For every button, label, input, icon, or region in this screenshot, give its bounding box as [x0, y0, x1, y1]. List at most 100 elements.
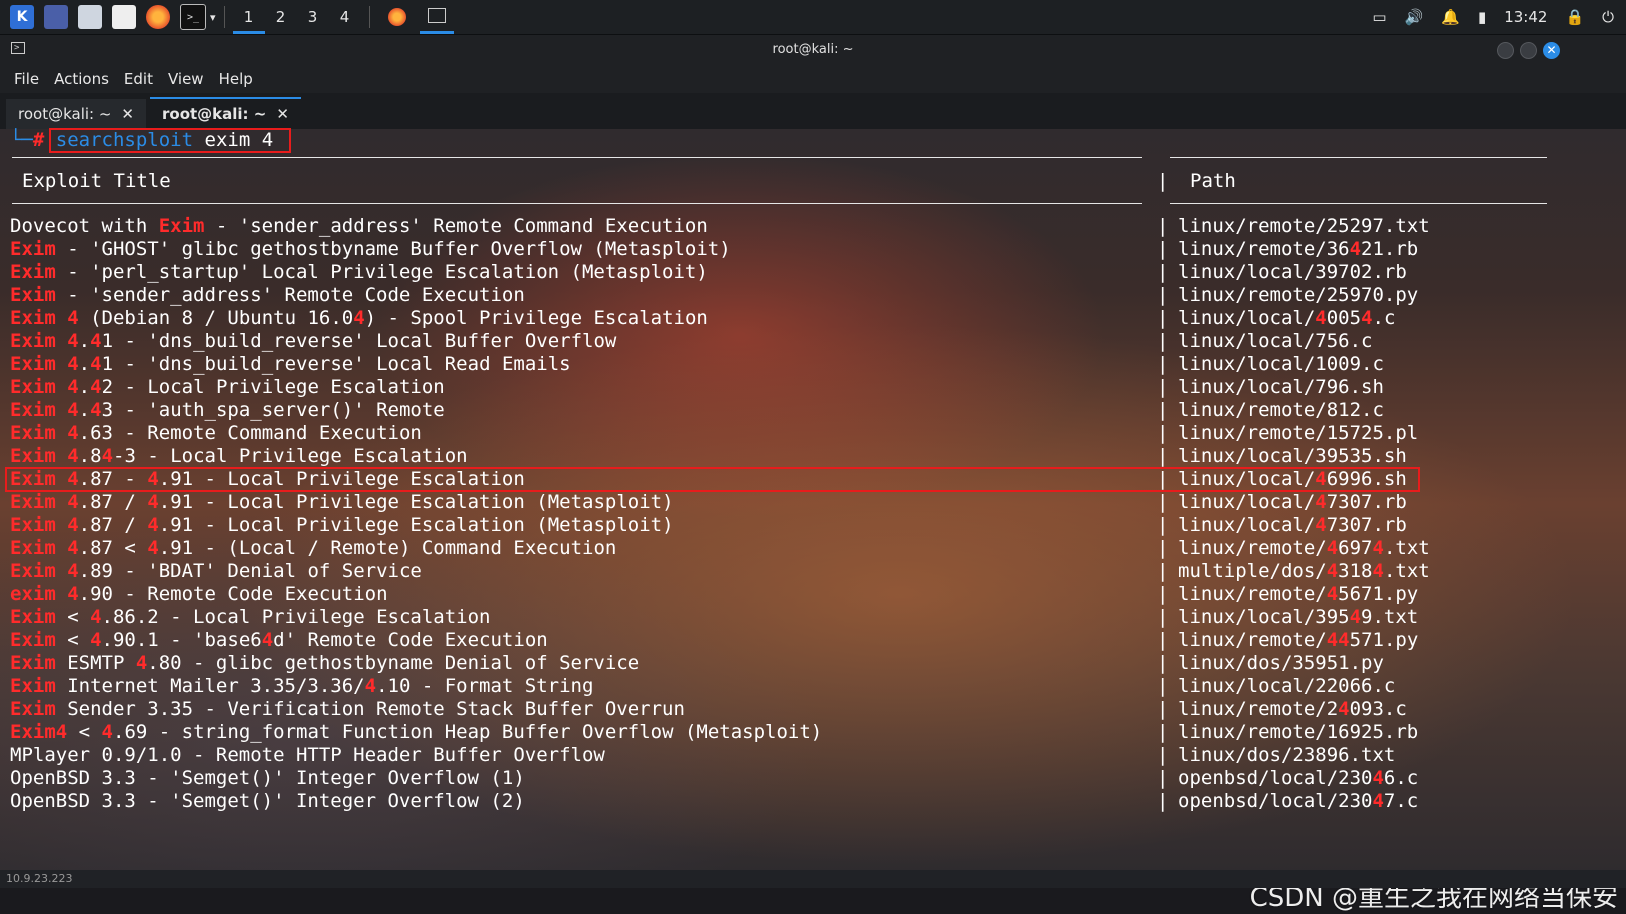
exploit-path[interactable]: linux/remote/44571.py — [1178, 629, 1418, 652]
column-header-path: Path — [1190, 170, 1236, 192]
exploit-title[interactable]: Exim 4.87 < 4.91 - (Local / Remote) Comm… — [10, 537, 616, 560]
exploit-title[interactable]: Exim 4.42 - Local Privilege Escalation — [10, 376, 445, 399]
exploit-path[interactable]: linux/remote/25970.py — [1178, 284, 1418, 307]
exploit-path[interactable]: linux/remote/46974.txt — [1178, 537, 1430, 560]
workspace-4[interactable]: 4 — [329, 0, 361, 34]
column-separator: | — [1157, 744, 1169, 766]
exploit-path[interactable]: linux/local/796.sh — [1178, 376, 1384, 399]
exploit-path[interactable]: linux/local/756.c — [1178, 330, 1372, 353]
exploit-path[interactable]: multiple/dos/43184.txt — [1178, 560, 1430, 583]
exploit-path[interactable]: linux/remote/15725.pl — [1178, 422, 1418, 445]
exploit-title[interactable]: OpenBSD 3.3 - 'Semget()' Integer Overflo… — [10, 767, 525, 790]
clock[interactable]: 13:42 — [1504, 8, 1547, 26]
column-separator: | — [1157, 537, 1169, 559]
window-titlebar[interactable]: > root@kali: ~ ✕ — [0, 35, 1626, 65]
exploit-path[interactable]: openbsd/local/23046.c — [1178, 767, 1418, 790]
exploit-title[interactable]: Exim 4.89 - 'BDAT' Denial of Service — [10, 560, 422, 583]
close-tab-icon[interactable]: ✕ — [121, 105, 134, 123]
exploit-path[interactable]: linux/local/39549.txt — [1178, 606, 1418, 629]
table-rule-top — [1170, 157, 1547, 158]
column-separator: | — [1157, 376, 1169, 398]
close-tab-icon[interactable]: ✕ — [276, 105, 289, 123]
exploit-path[interactable]: linux/local/39535.sh — [1178, 445, 1407, 468]
menu-help[interactable]: Help — [219, 70, 253, 88]
power-icon[interactable]: ⏻ — [1602, 8, 1614, 26]
column-separator: | — [1157, 422, 1169, 444]
volume-icon[interactable]: 🔊 — [1405, 8, 1424, 26]
exploit-title[interactable]: Exim 4.84-3 - Local Privilege Escalation — [10, 445, 468, 468]
exploit-title[interactable]: Exim - 'perl_startup' Local Privilege Es… — [10, 261, 708, 284]
notification-bell-icon[interactable]: 🔔 — [1441, 8, 1460, 26]
terminal-task-button[interactable] — [419, 0, 454, 34]
lock-icon[interactable]: 🔒 — [1565, 8, 1584, 26]
exploit-title[interactable]: Exim 4.87 / 4.91 - Local Privilege Escal… — [10, 491, 674, 514]
column-separator: | — [1157, 238, 1169, 260]
kali-menu-icon[interactable]: K — [10, 5, 34, 29]
battery-icon[interactable]: ▮ — [1478, 8, 1486, 26]
terminal-output[interactable]: └─# searchsploit exim 4 Exploit Title | Pat… — [0, 128, 1626, 849]
exploit-path[interactable]: linux/remote/36421.rb — [1178, 238, 1418, 261]
menu-view[interactable]: View — [168, 70, 204, 88]
close-button[interactable]: ✕ — [1543, 42, 1560, 59]
exploit-path[interactable]: linux/remote/25297.txt — [1178, 215, 1430, 238]
exploit-path[interactable]: linux/dos/35951.py — [1178, 652, 1384, 675]
firefox-task-icon[interactable] — [387, 8, 406, 26]
maximize-button[interactable] — [1520, 42, 1537, 59]
column-separator: | — [1157, 629, 1169, 651]
table-rule-bottom — [12, 203, 1142, 204]
chevron-down-icon[interactable]: ▾ — [210, 11, 216, 24]
exploit-path[interactable]: linux/remote/45671.py — [1178, 583, 1418, 606]
exploit-title[interactable]: Exim 4 (Debian 8 / Ubuntu 16.04) - Spool… — [10, 307, 708, 330]
exploit-title[interactable]: Exim 4.63 - Remote Command Execution — [10, 422, 422, 445]
exploit-title[interactable]: OpenBSD 3.3 - 'Semget()' Integer Overflo… — [10, 790, 525, 813]
exploit-path[interactable]: linux/remote/16925.rb — [1178, 721, 1418, 744]
exploit-title[interactable]: Dovecot with Exim - 'sender_address' Rem… — [10, 215, 708, 238]
workspace-2[interactable]: 2 — [265, 0, 297, 34]
column-separator: | — [1157, 698, 1169, 720]
terminal-window: > root@kali: ~ ✕ File Actions Edit View … — [0, 35, 1626, 913]
exploit-title[interactable]: Exim Sender 3.35 - Verification Remote S… — [10, 698, 685, 721]
exploit-path[interactable]: linux/dos/23896.txt — [1178, 744, 1395, 767]
text-editor-icon[interactable] — [112, 5, 136, 29]
display-icon[interactable]: ▭ — [1372, 8, 1386, 26]
exploit-title[interactable]: Exim < 4.86.2 - Local Privilege Escalati… — [10, 606, 490, 629]
exploit-title[interactable]: Exim4 < 4.69 - string_format Function He… — [10, 721, 822, 744]
command-annotation-box — [49, 128, 291, 153]
exploit-title[interactable]: exim 4.90 - Remote Code Execution — [10, 583, 388, 606]
workspace-1[interactable]: 1 — [232, 0, 265, 34]
workspace-3[interactable]: 3 — [297, 0, 329, 34]
exploit-title[interactable]: Exim - 'sender_address' Remote Code Exec… — [10, 284, 525, 307]
exploit-title[interactable]: Exim 4.41 - 'dns_build_reverse' Local Bu… — [10, 330, 616, 353]
exploit-path[interactable]: linux/local/22066.c — [1178, 675, 1395, 698]
exploit-path[interactable]: linux/local/47307.rb — [1178, 514, 1407, 537]
menu-edit[interactable]: Edit — [124, 70, 153, 88]
tab-label: root@kali: ~ — [162, 105, 267, 123]
tab-terminal-1[interactable]: root@kali: ~ ✕ — [6, 99, 146, 129]
exploit-path[interactable]: linux/remote/24093.c — [1178, 698, 1407, 721]
exploit-path[interactable]: linux/local/40054.c — [1178, 307, 1395, 330]
tab-terminal-2[interactable]: root@kali: ~ ✕ — [150, 97, 301, 129]
exploit-title[interactable]: MPlayer 0.9/1.0 - Remote HTTP Header Buf… — [10, 744, 605, 767]
separator — [223, 6, 225, 28]
exploit-path[interactable]: linux/local/39702.rb — [1178, 261, 1407, 284]
exploit-title[interactable]: Exim 4.43 - 'auth_spa_server()' Remote — [10, 399, 445, 422]
firefox-icon[interactable] — [146, 5, 170, 29]
exploit-title[interactable]: Exim 4.41 - 'dns_build_reverse' Local Re… — [10, 353, 571, 376]
exploit-path[interactable]: linux/local/47307.rb — [1178, 491, 1407, 514]
exploit-path[interactable]: linux/remote/812.c — [1178, 399, 1384, 422]
exploit-title[interactable]: Exim ESMTP 4.80 - glibc gethostbyname De… — [10, 652, 639, 675]
table-rule-bottom — [1170, 203, 1547, 204]
exploit-title[interactable]: Exim Internet Mailer 3.35/3.36/4.10 - Fo… — [10, 675, 593, 698]
file-manager-icon[interactable] — [78, 5, 102, 29]
exploit-title[interactable]: Exim - 'GHOST' glibc gethostbyname Buffe… — [10, 238, 731, 261]
minimize-button[interactable] — [1497, 42, 1514, 59]
menu-actions[interactable]: Actions — [54, 70, 109, 88]
exploit-title[interactable]: Exim 4.87 / 4.91 - Local Privilege Escal… — [10, 514, 674, 537]
menu-file[interactable]: File — [14, 70, 39, 88]
show-desktop-icon[interactable] — [44, 5, 68, 29]
column-separator: | — [1157, 399, 1169, 421]
exploit-path[interactable]: openbsd/local/23047.c — [1178, 790, 1418, 813]
terminal-launcher-icon[interactable]: >_ — [180, 4, 206, 30]
exploit-title[interactable]: Exim < 4.90.1 - 'base64d' Remote Code Ex… — [10, 629, 548, 652]
exploit-path[interactable]: linux/local/1009.c — [1178, 353, 1384, 376]
